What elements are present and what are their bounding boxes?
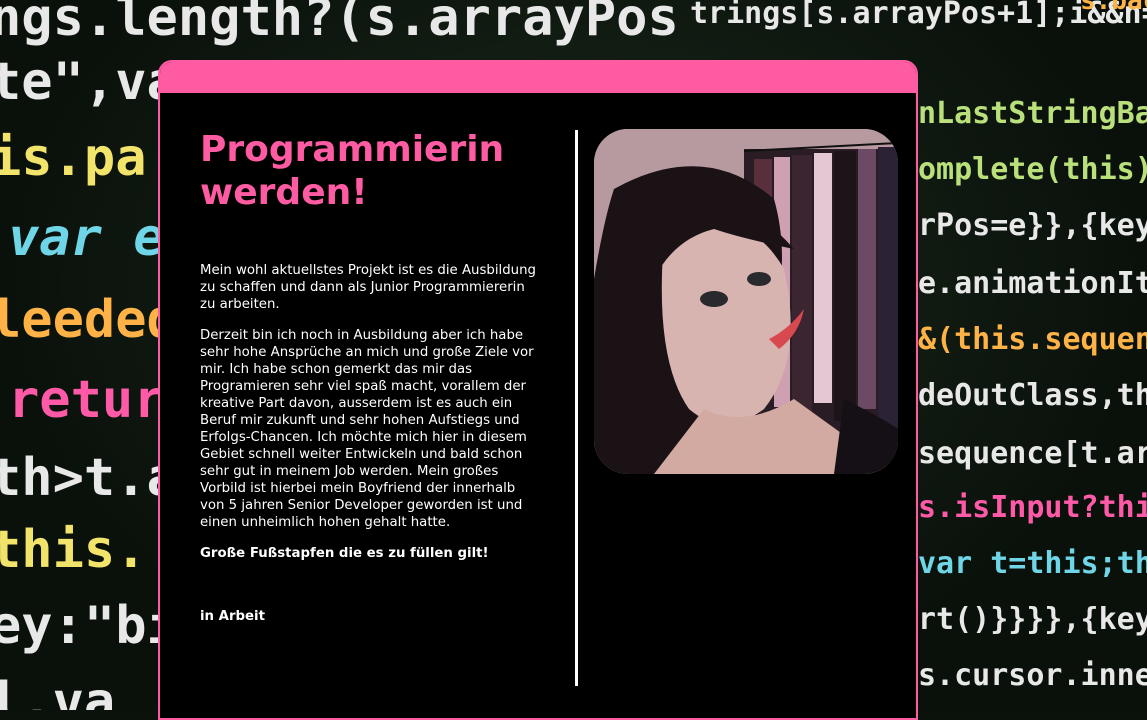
code-line: rPos=e}},{key: [918, 208, 1147, 243]
code-line: nLastStringBac [918, 96, 1147, 131]
code-line: retur [8, 370, 165, 430]
portrait-image [594, 129, 898, 474]
code-line: deOutClass,thi [918, 378, 1147, 413]
code-line: th>t.a [0, 448, 178, 508]
code-line: s.backSpee [1080, 0, 1147, 16]
code-line: trings[s.arrayPos+1];i&&n===i.st [690, 0, 1147, 31]
code-line: s.cursor.inner [918, 658, 1147, 693]
code-line: leeded [0, 290, 178, 350]
card-header-bar [160, 62, 916, 94]
code-line: var t=this;thi [918, 546, 1147, 581]
code-line: is.pa [0, 128, 147, 188]
text-column: Programmierin werden! Mein wohl aktuells… [200, 128, 540, 625]
status-label: in Arbeit [200, 609, 265, 624]
code-line: s.isInput?this [918, 490, 1147, 525]
code-line: var e [8, 208, 165, 268]
code-line: e.animationIte [918, 266, 1147, 301]
project-card: Programmierin werden! Mein wohl aktuells… [158, 60, 918, 720]
code-line: ngs.length?(s.arrayPos [0, 0, 679, 48]
profile-photo [594, 129, 898, 474]
code-line: sequence[t.arr [918, 436, 1147, 471]
code-line: ey:"bi [0, 596, 178, 656]
body-paragraph: Derzeit bin ich noch in Ausbildung aber … [200, 328, 534, 530]
page-title: Programmierin werden! [200, 129, 505, 213]
code-line: omplete(this), [918, 152, 1147, 187]
code-line: l.va [0, 672, 116, 710]
intro-paragraph: Mein wohl aktuellstes Projekt ist es die… [200, 263, 536, 312]
code-line: rt()}}}},{key [918, 602, 1147, 637]
highlight-text: Große Fußstapfen die es zu füllen gilt! [200, 546, 489, 561]
code-line: te",va [0, 52, 178, 112]
column-divider [575, 130, 578, 686]
code-line: &(this.sequenc [918, 322, 1147, 357]
code-line: this. [0, 520, 147, 580]
